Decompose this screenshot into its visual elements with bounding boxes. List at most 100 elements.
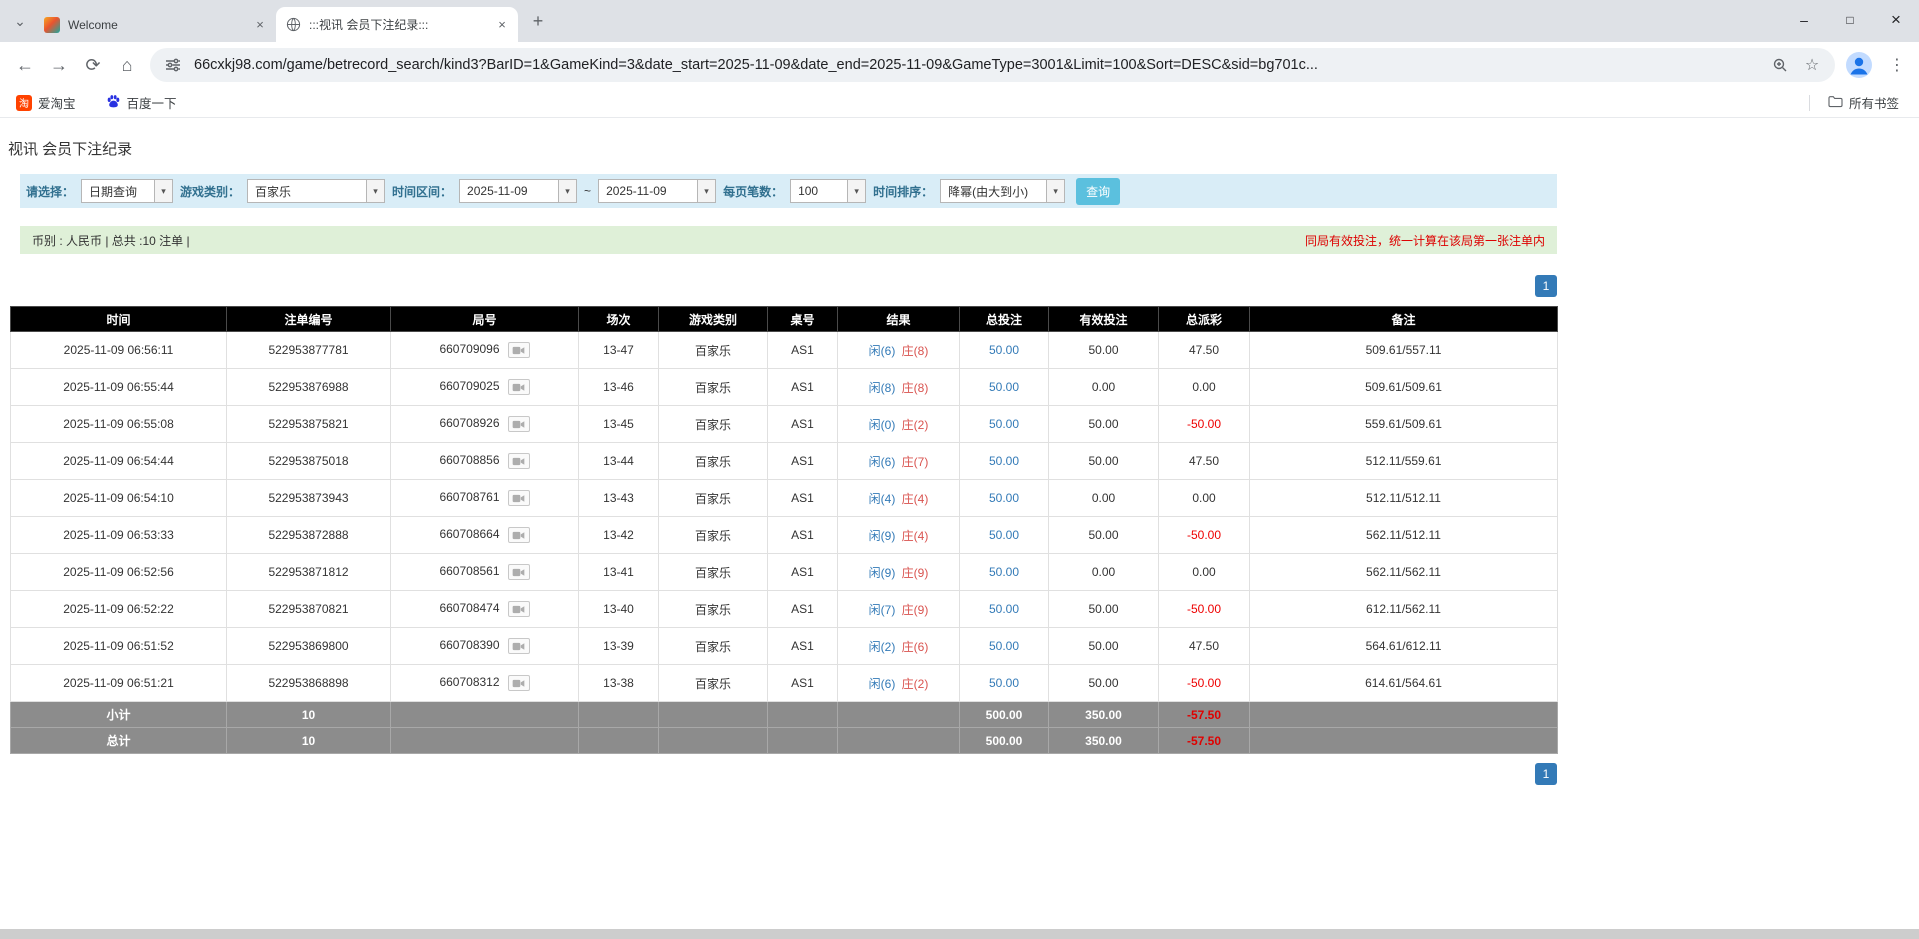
back-icon[interactable]: ← <box>8 48 42 82</box>
cell-time: 2025-11-09 06:54:44 <box>11 443 227 480</box>
cell-table: AS1 <box>768 443 838 480</box>
page-number-button[interactable]: 1 <box>1535 275 1557 297</box>
chevron-down-icon[interactable]: ▾ <box>1046 180 1064 202</box>
cell-game: 百家乐 <box>659 406 768 443</box>
tab-close-icon[interactable]: × <box>494 17 510 33</box>
video-replay-icon[interactable] <box>508 527 530 543</box>
total-bet-link[interactable]: 50.00 <box>989 602 1019 616</box>
page-number-button[interactable]: 1 <box>1535 763 1557 785</box>
video-replay-icon[interactable] <box>508 601 530 617</box>
cell-total-bet: 50.00 <box>960 443 1049 480</box>
total-bet-link[interactable]: 50.00 <box>989 676 1019 690</box>
address-bar[interactable]: 66cxkj98.com/game/betrecord_search/kind3… <box>150 48 1835 82</box>
cell-game: 百家乐 <box>659 480 768 517</box>
forward-icon[interactable]: → <box>42 48 76 82</box>
cell-game: 百家乐 <box>659 591 768 628</box>
cell-total-bet: 50.00 <box>960 369 1049 406</box>
home-icon[interactable]: ⌂ <box>110 48 144 82</box>
chevron-down-icon[interactable]: ▾ <box>697 180 715 202</box>
bookmarks-separator <box>1809 95 1810 111</box>
cell-round: 660709025 <box>391 369 579 406</box>
tab-strip: ⌄ Welcome × :::视讯 会员下注纪录::: × + – □ × <box>0 0 1919 42</box>
tab-betrecord[interactable]: :::视讯 会员下注纪录::: × <box>276 7 518 42</box>
tab-search-icon[interactable]: ⌄ <box>6 7 34 35</box>
cell-bet-id: 522953875821 <box>227 406 391 443</box>
cell-valid-bet: 50.00 <box>1049 443 1159 480</box>
zoom-icon[interactable] <box>1769 54 1791 76</box>
result-banker: 庄(9) <box>902 603 929 617</box>
page-content: 视讯 会员下注纪录 请选择： 日期查询 ▾ 游戏类别： 百家乐 ▾ 时间区间： … <box>10 138 1557 785</box>
video-replay-icon[interactable] <box>508 453 530 469</box>
result-banker: 庄(4) <box>902 492 929 506</box>
cell-remark: 512.11/512.11 <box>1250 480 1558 517</box>
col-header-result: 结果 <box>838 307 960 332</box>
video-replay-icon[interactable] <box>508 490 530 506</box>
all-bookmarks-label: 所有书签 <box>1849 93 1899 112</box>
total-bet-link[interactable]: 50.00 <box>989 528 1019 542</box>
chevron-down-icon[interactable]: ▾ <box>366 180 384 202</box>
new-tab-icon[interactable]: + <box>524 7 552 35</box>
video-replay-icon[interactable] <box>508 379 530 395</box>
bookmark-aitaobao[interactable]: 淘 爱淘宝 <box>12 91 80 115</box>
total-bet-link[interactable]: 50.00 <box>989 343 1019 357</box>
tab-welcome[interactable]: Welcome × <box>34 7 276 42</box>
profile-avatar[interactable] <box>1845 51 1873 79</box>
site-settings-icon[interactable] <box>162 54 184 76</box>
cell-bet-id: 522953875018 <box>227 443 391 480</box>
total-bet-link[interactable]: 50.00 <box>989 491 1019 505</box>
cell-game: 百家乐 <box>659 517 768 554</box>
cell-result: 闲(2) 庄(6) <box>838 628 960 665</box>
cell-time: 2025-11-09 06:54:10 <box>11 480 227 517</box>
video-replay-icon[interactable] <box>508 675 530 691</box>
reload-icon[interactable]: ⟳ <box>76 48 110 82</box>
total-bet-link[interactable]: 50.00 <box>989 639 1019 653</box>
col-header-table: 桌号 <box>768 307 838 332</box>
total-bet-link[interactable]: 50.00 <box>989 417 1019 431</box>
minimize-icon[interactable]: – <box>1781 0 1827 40</box>
cell-bet-id: 522953871812 <box>227 554 391 591</box>
result-player: 闲(4) <box>869 492 896 506</box>
baidu-paw-icon <box>106 94 121 112</box>
video-replay-icon[interactable] <box>508 342 530 358</box>
all-bookmarks-button[interactable]: 所有书签 <box>1824 91 1903 115</box>
total-total-bet: 500.00 <box>960 728 1049 754</box>
video-replay-icon[interactable] <box>508 416 530 432</box>
video-replay-icon[interactable] <box>508 564 530 580</box>
result-banker: 庄(6) <box>902 640 929 654</box>
sort-order-select[interactable]: 降幂(由大到小) ▾ <box>940 179 1065 203</box>
browser-window: ⌄ Welcome × :::视讯 会员下注纪录::: × + – □ × ← … <box>0 0 1919 785</box>
url-text[interactable]: 66cxkj98.com/game/betrecord_search/kind3… <box>194 57 1759 73</box>
video-replay-icon[interactable] <box>508 638 530 654</box>
total-bet-link[interactable]: 50.00 <box>989 380 1019 394</box>
tab-title: Welcome <box>68 18 244 32</box>
browser-menu-icon[interactable]: ⋮ <box>1883 51 1911 79</box>
horizontal-scrollbar[interactable] <box>0 929 1919 939</box>
filter-bar: 请选择： 日期查询 ▾ 游戏类别： 百家乐 ▾ 时间区间： 2025-11-09… <box>20 174 1557 208</box>
chevron-down-icon[interactable]: ▾ <box>847 180 865 202</box>
round-id: 660708561 <box>439 564 499 578</box>
bookmark-star-icon[interactable]: ☆ <box>1801 54 1823 76</box>
search-button[interactable]: 查询 <box>1076 178 1120 205</box>
query-type-select[interactable]: 日期查询 ▾ <box>81 179 173 203</box>
total-bet-link[interactable]: 50.00 <box>989 565 1019 579</box>
date-start-select[interactable]: 2025-11-09 ▾ <box>459 179 577 203</box>
tab-close-icon[interactable]: × <box>252 17 268 33</box>
cell-time: 2025-11-09 06:52:56 <box>11 554 227 591</box>
cell-time: 2025-11-09 06:56:11 <box>11 332 227 369</box>
window-close-icon[interactable]: × <box>1873 0 1919 40</box>
per-page-select[interactable]: 100 ▾ <box>790 179 866 203</box>
cell-round: 660708474 <box>391 591 579 628</box>
date-end-select[interactable]: 2025-11-09 ▾ <box>598 179 716 203</box>
maximize-icon[interactable]: □ <box>1827 0 1873 40</box>
cell-round: 660708856 <box>391 443 579 480</box>
cell-session: 13-44 <box>579 443 659 480</box>
table-row: 2025-11-09 06:54:44 522953875018 6607088… <box>11 443 1558 480</box>
game-type-select[interactable]: 百家乐 ▾ <box>247 179 385 203</box>
cell-bet-id: 522953869800 <box>227 628 391 665</box>
bookmark-baidu[interactable]: 百度一下 <box>102 91 181 115</box>
total-bet-link[interactable]: 50.00 <box>989 454 1019 468</box>
chevron-down-icon[interactable]: ▾ <box>558 180 576 202</box>
cell-remark: 564.61/612.11 <box>1250 628 1558 665</box>
window-controls: – □ × <box>1781 0 1919 40</box>
chevron-down-icon[interactable]: ▾ <box>154 180 172 202</box>
